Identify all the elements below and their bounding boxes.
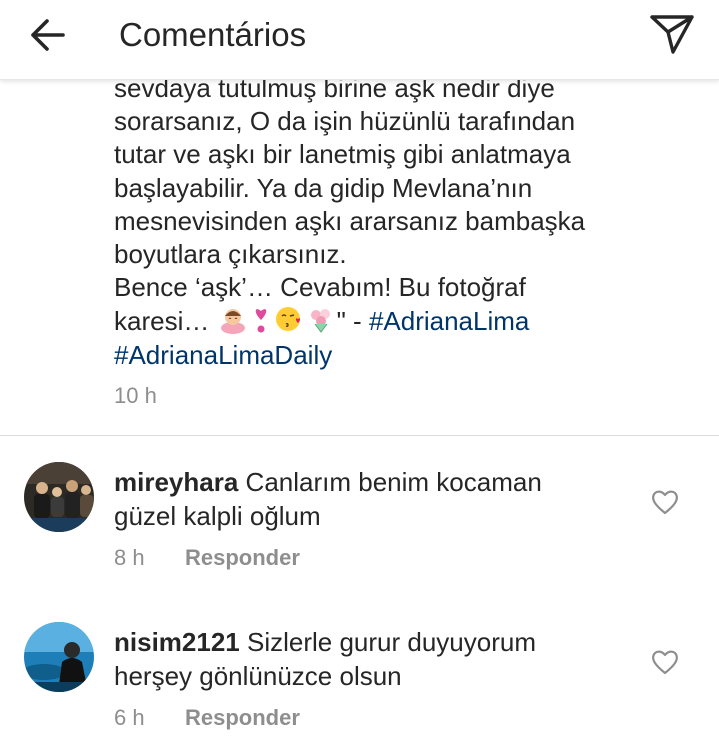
hashtag-link[interactable]: #AdrianaLima [369, 306, 529, 336]
comment-username[interactable]: nisim2121 [114, 627, 240, 657]
comment-meta: 8 h Responder [114, 544, 300, 572]
caption-text: " - [336, 306, 369, 337]
caption-timestamp: 10 h [114, 383, 157, 408]
comment-body: Sizlerle gurur duyuyorum [246, 627, 536, 657]
like-button[interactable] [650, 648, 680, 676]
caption-text: karesi… [114, 306, 210, 337]
person-bowing-emoji [220, 309, 245, 335]
heart-outline-icon [652, 490, 678, 515]
send-direct-icon [650, 15, 694, 54]
caption-line: tutar ve aşkı bir lanetmiş gibi anlatmay… [114, 139, 571, 170]
caption-line: sorarsanız, O da işin hüzünlü tarafından [114, 106, 576, 137]
avatar[interactable] [24, 622, 94, 692]
caption-line: boyutlara çıkarsınız. [114, 239, 347, 270]
comment-timestamp: 8 h [114, 545, 145, 570]
top-bar: Comentários [0, 0, 719, 80]
comment-meta: 6 h Responder [114, 704, 300, 732]
comment-timestamp: 6 h [114, 705, 145, 730]
comment-text: nisim2121 Sizlerle gurur duyuyorum herşe… [114, 625, 614, 693]
comment-username[interactable]: mireyhara [114, 467, 238, 497]
page-title: Comentários [119, 16, 307, 53]
caption-line: #AdrianaLimaDaily [114, 339, 674, 372]
comment-body: herşey gönlünüzce olsun [114, 661, 402, 691]
reply-button[interactable]: Responder [185, 704, 300, 732]
avatar[interactable] [24, 462, 94, 532]
hashtag-link[interactable]: #AdrianaLimaDaily [114, 340, 332, 370]
reply-button[interactable]: Responder [185, 544, 300, 572]
avatar-image [24, 622, 94, 692]
back-button[interactable] [22, 14, 72, 56]
caption-line: Bence ‘aşk’… Cevabım! Bu fotoğraf [114, 272, 526, 303]
comment-body: Canlarım benim kocaman [245, 467, 542, 497]
face-blowing-kiss-emoji [275, 307, 300, 332]
divider [0, 435, 719, 436]
caption-line: karesi… " - #AdrianaLima [114, 304, 674, 338]
avatar-image [24, 462, 94, 532]
bouquet-emoji [310, 309, 330, 334]
caption-line: mesnevisinden aşkı ararsanız bambaşka [114, 205, 586, 236]
heart-outline-icon [652, 650, 678, 675]
comment-body: güzel kalpli oğlum [114, 501, 321, 531]
heart-exclamation-emoji [255, 309, 266, 333]
arrow-left-icon [31, 19, 65, 51]
caption-line: başlayabilir. Ya da gidip Mevlana’nın [114, 172, 533, 203]
comment-text: mireyhara Canlarım benim kocaman güzel k… [114, 465, 614, 533]
share-button[interactable] [645, 10, 699, 58]
post-caption: sevdaya tutulmuş birine aşk nedir diye s… [114, 72, 674, 372]
like-button[interactable] [650, 488, 680, 516]
